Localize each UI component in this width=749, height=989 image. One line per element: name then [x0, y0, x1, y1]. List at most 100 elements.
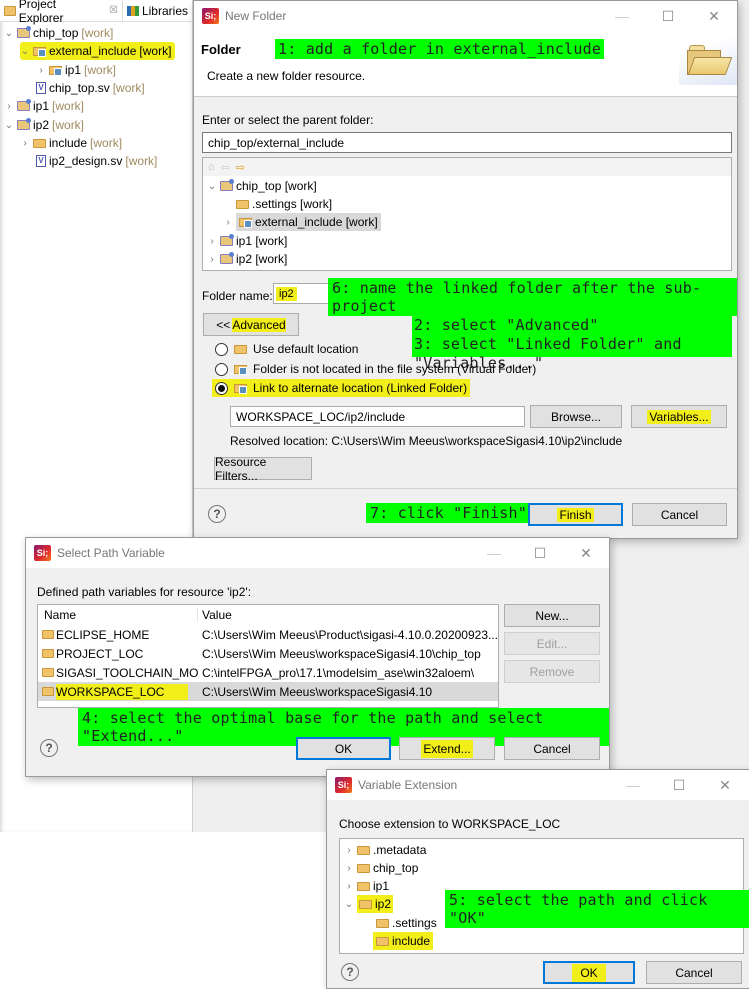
- resource-filters-button[interactable]: Resource Filters...: [214, 455, 312, 483]
- folder-large-icon: [687, 45, 733, 75]
- tree-toolbar: ⌂ ⇦ ⇨: [203, 158, 731, 176]
- tree-item-include[interactable]: › include [work]: [20, 134, 122, 152]
- column-header-name[interactable]: Name: [38, 608, 198, 622]
- annotation-step2: 2: select "Advanced": [414, 316, 599, 334]
- variables-table[interactable]: Name Value ECLIPSE_HOME C:\Users\Wim Meeu…: [37, 604, 499, 708]
- tree-item[interactable]: › external_include [work]: [223, 213, 381, 231]
- parent-folder-tree[interactable]: ⌂ ⇦ ⇨ ⌄ chip_top [work] .settings [work]…: [202, 157, 732, 271]
- tree-label: chip_top.sv: [49, 81, 110, 95]
- sv-file-icon: V: [36, 82, 46, 94]
- tree-item-highlight[interactable]: ip2: [357, 895, 394, 913]
- tree-item[interactable]: ⌄ chip_top [work]: [207, 177, 317, 195]
- tree-label: external_include: [49, 44, 137, 58]
- chevron-down-icon[interactable]: ⌄: [4, 120, 14, 131]
- parent-folder-label: Enter or select the parent folder:: [202, 113, 374, 127]
- table-row[interactable]: SIGASI_TOOLCHAIN_MO... C:\intelFPGA_pro\1…: [38, 663, 498, 682]
- radio-button[interactable]: [215, 362, 228, 376]
- project-explorer-icon: [4, 5, 16, 16]
- chevron-down-icon[interactable]: ⌄: [20, 46, 30, 57]
- tree-item-selected[interactable]: external_include [work]: [236, 213, 381, 231]
- close-button[interactable]: ✕: [563, 538, 609, 568]
- tree-item-ip1[interactable]: › ip1 [work]: [4, 97, 84, 115]
- minimize-button[interactable]: —: [471, 538, 517, 568]
- sigasi-logo-icon: Si;: [34, 545, 51, 561]
- maximize-button[interactable]: ☐: [656, 770, 702, 800]
- radio-button-selected[interactable]: [215, 381, 228, 395]
- tree-item[interactable]: › ip2 [work]: [207, 250, 287, 268]
- home-icon[interactable]: ⌂: [208, 161, 215, 173]
- chevron-right-icon[interactable]: ›: [344, 845, 354, 856]
- tree-item-chip-top-sv[interactable]: V chip_top.sv [work]: [36, 79, 145, 97]
- tree-item-chip-top[interactable]: ⌄ chip_top [work]: [4, 24, 113, 42]
- tree-item-selected[interactable]: include: [373, 932, 434, 950]
- chevron-right-icon[interactable]: ›: [20, 138, 30, 149]
- tree-item-external-include[interactable]: ⌄ external_include [work]: [20, 42, 176, 60]
- advanced-button[interactable]: << Advanced: [203, 313, 299, 336]
- tree-item[interactable]: › ip1: [344, 877, 389, 895]
- table-row[interactable]: ECLIPSE_HOME C:\Users\Wim Meeus\Product\s…: [38, 625, 498, 644]
- tree-item[interactable]: .settings [work]: [236, 195, 332, 213]
- tree-item-ip1-link[interactable]: › ip1 [work]: [36, 61, 116, 79]
- option-default-location[interactable]: Use default location: [215, 340, 358, 358]
- option-linked-folder[interactable]: Link to alternate location (Linked Folde…: [212, 379, 471, 397]
- chevron-right-icon[interactable]: ›: [207, 236, 217, 247]
- chevron-right-icon[interactable]: ›: [344, 863, 354, 874]
- maximize-button[interactable]: ☐: [645, 1, 691, 31]
- ok-button[interactable]: OK: [296, 737, 391, 760]
- chevron-right-icon[interactable]: ›: [344, 881, 354, 892]
- new-button[interactable]: New...: [504, 604, 600, 627]
- cancel-button[interactable]: Cancel: [504, 737, 600, 760]
- parent-folder-input[interactable]: chip_top/external_include: [202, 132, 732, 153]
- location-input[interactable]: WORKSPACE_LOC/ip2/include: [230, 406, 525, 427]
- tree-suffix: [work]: [112, 81, 145, 95]
- help-icon[interactable]: ?: [40, 739, 58, 757]
- column-header-value[interactable]: Value: [198, 608, 232, 622]
- option-label: Link to alternate location (Linked Folde…: [253, 381, 468, 395]
- tab-libraries[interactable]: Libraries: [121, 0, 192, 22]
- chevron-down-icon[interactable]: ⌄: [207, 181, 217, 192]
- tree-item-ip2-design-sv[interactable]: V ip2_design.sv [work]: [36, 152, 157, 170]
- radio-button[interactable]: [215, 342, 228, 356]
- tree-item-ip2[interactable]: ⌄ ip2 [work]: [4, 116, 84, 134]
- edit-button[interactable]: Edit...: [504, 632, 600, 655]
- minimize-button[interactable]: —: [599, 1, 645, 31]
- minimize-button[interactable]: —: [610, 770, 656, 800]
- input-value: ip2: [276, 286, 297, 301]
- tree-suffix: [work]: [52, 99, 85, 113]
- maximize-button[interactable]: ☐: [517, 538, 563, 568]
- finish-button[interactable]: Finish: [528, 503, 623, 526]
- close-button[interactable]: ✕: [702, 770, 748, 800]
- table-row[interactable]: PROJECT_LOC C:\Users\Wim Meeus\workspaceS…: [38, 644, 498, 663]
- help-icon[interactable]: ?: [341, 963, 359, 981]
- tab-project-explorer[interactable]: Project Explorer ☒: [0, 0, 122, 25]
- chevron-down-icon[interactable]: ⌄: [4, 28, 14, 39]
- tree-item[interactable]: › .metadata: [344, 841, 426, 859]
- variables-button[interactable]: Variables...: [631, 405, 727, 428]
- help-icon[interactable]: ?: [208, 505, 226, 523]
- chevron-down-icon[interactable]: ⌄: [344, 899, 354, 910]
- chevron-right-icon[interactable]: ›: [4, 101, 14, 112]
- close-tab-icon[interactable]: ☒: [109, 5, 118, 16]
- project-icon: [220, 179, 234, 191]
- tree-item[interactable]: › ip1 [work]: [207, 232, 287, 250]
- extend-button[interactable]: Extend...: [399, 737, 495, 760]
- cancel-button[interactable]: Cancel: [646, 961, 742, 984]
- project-icon: [220, 252, 234, 264]
- forward-icon[interactable]: ⇨: [236, 161, 245, 174]
- tree-item[interactable]: ⌄ ip2: [344, 895, 394, 913]
- tree-item[interactable]: .settings: [376, 914, 437, 932]
- chevron-right-icon[interactable]: ›: [223, 217, 233, 228]
- ok-button[interactable]: OK: [543, 961, 635, 984]
- chevron-right-icon[interactable]: ›: [36, 65, 46, 76]
- remove-button[interactable]: Remove: [504, 660, 600, 683]
- back-icon[interactable]: ⇦: [221, 161, 230, 174]
- cancel-button[interactable]: Cancel: [632, 503, 727, 526]
- option-virtual-folder[interactable]: Folder is not located in the file system…: [215, 360, 536, 378]
- close-button[interactable]: ✕: [691, 1, 737, 31]
- table-row[interactable]: WORKSPACE_LOC C:\Users\Wim Meeus\workspac…: [38, 682, 498, 701]
- chevron-right-icon[interactable]: ›: [207, 254, 217, 265]
- tree-item[interactable]: › chip_top: [344, 859, 418, 877]
- tree-label: external_include [work]: [255, 215, 378, 229]
- browse-button[interactable]: Browse...: [530, 405, 622, 428]
- folder-icon: [357, 845, 370, 855]
